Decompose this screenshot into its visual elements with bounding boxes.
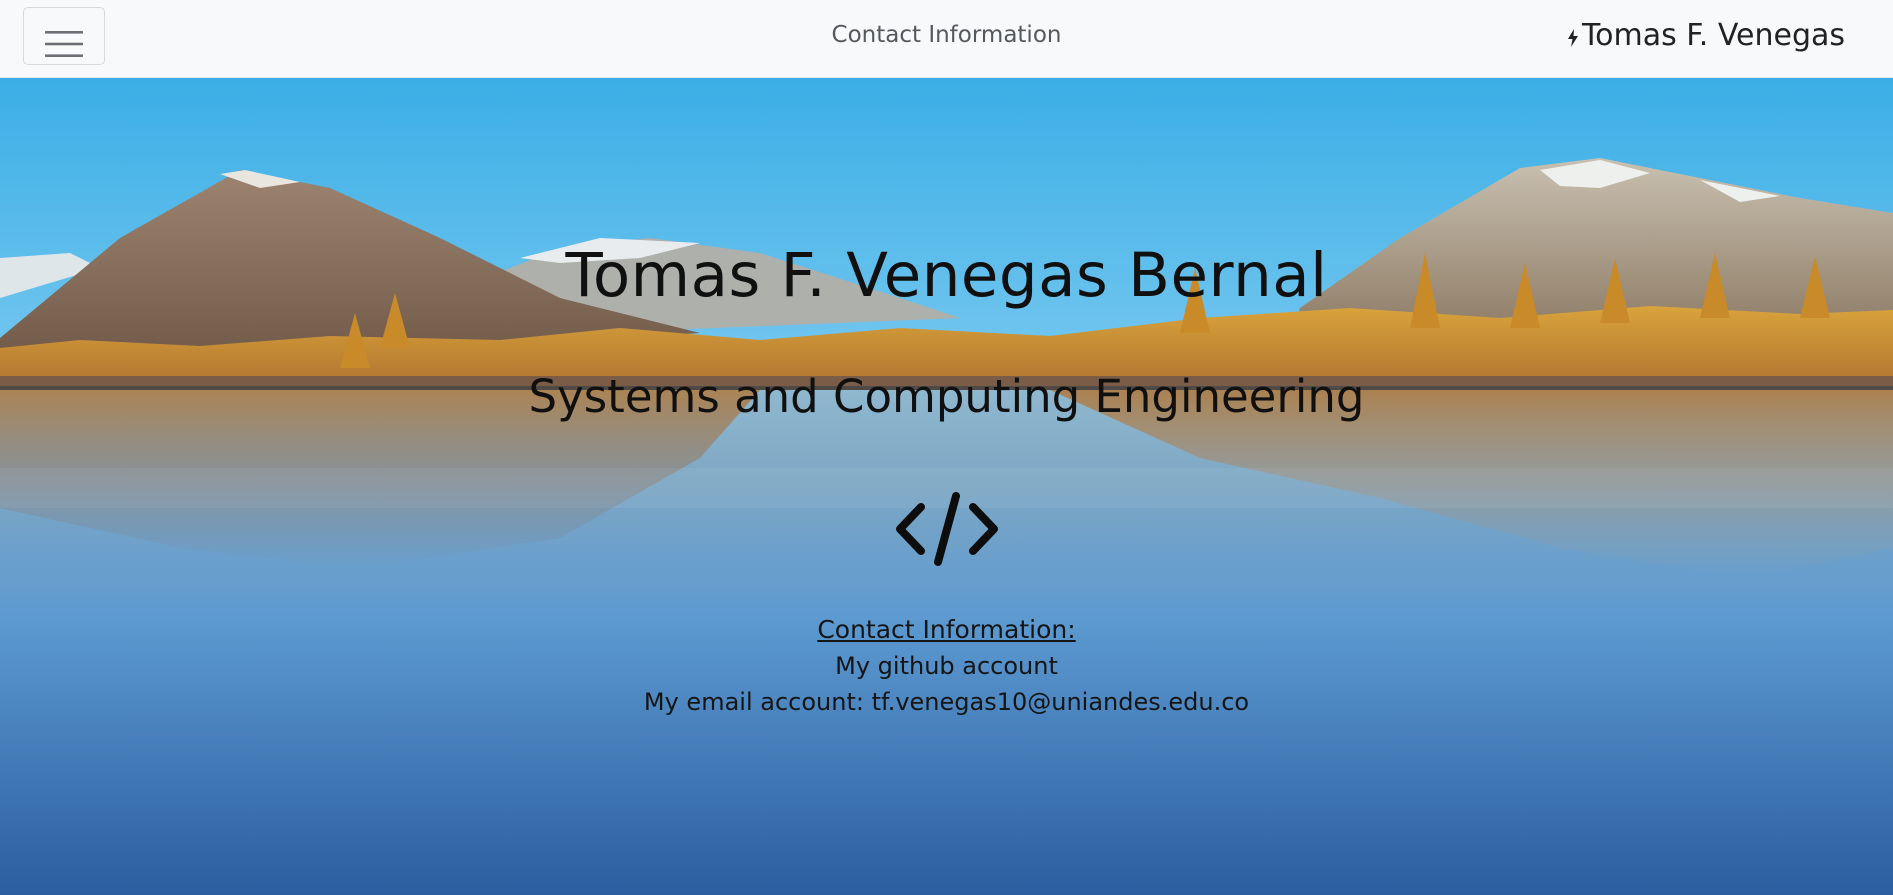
navbar: Contact Information Tomas F. Venegas (0, 0, 1893, 78)
code-brackets-icon (896, 492, 998, 566)
email-text: My email account: tf.venegas10@uniandes.… (643, 688, 1250, 716)
hero-title: Tomas F. Venegas Bernal (565, 240, 1328, 311)
hero-subtitle: Systems and Computing Engineering (528, 370, 1365, 423)
github-link[interactable]: My github account (835, 652, 1058, 680)
mountain-lake-background (0, 78, 1893, 895)
contact-heading: Contact Information: (817, 615, 1076, 644)
github-line: My github account (0, 652, 1893, 680)
hero-section: Tomas F. Venegas Bernal Systems and Comp… (0, 78, 1893, 895)
nav-link-contact-information[interactable]: Contact Information (832, 22, 1062, 48)
navbar-brand[interactable]: Tomas F. Venegas (1567, 18, 1845, 53)
lightning-bolt-icon (1567, 29, 1578, 47)
brand-name: Tomas F. Venegas (1581, 18, 1845, 53)
